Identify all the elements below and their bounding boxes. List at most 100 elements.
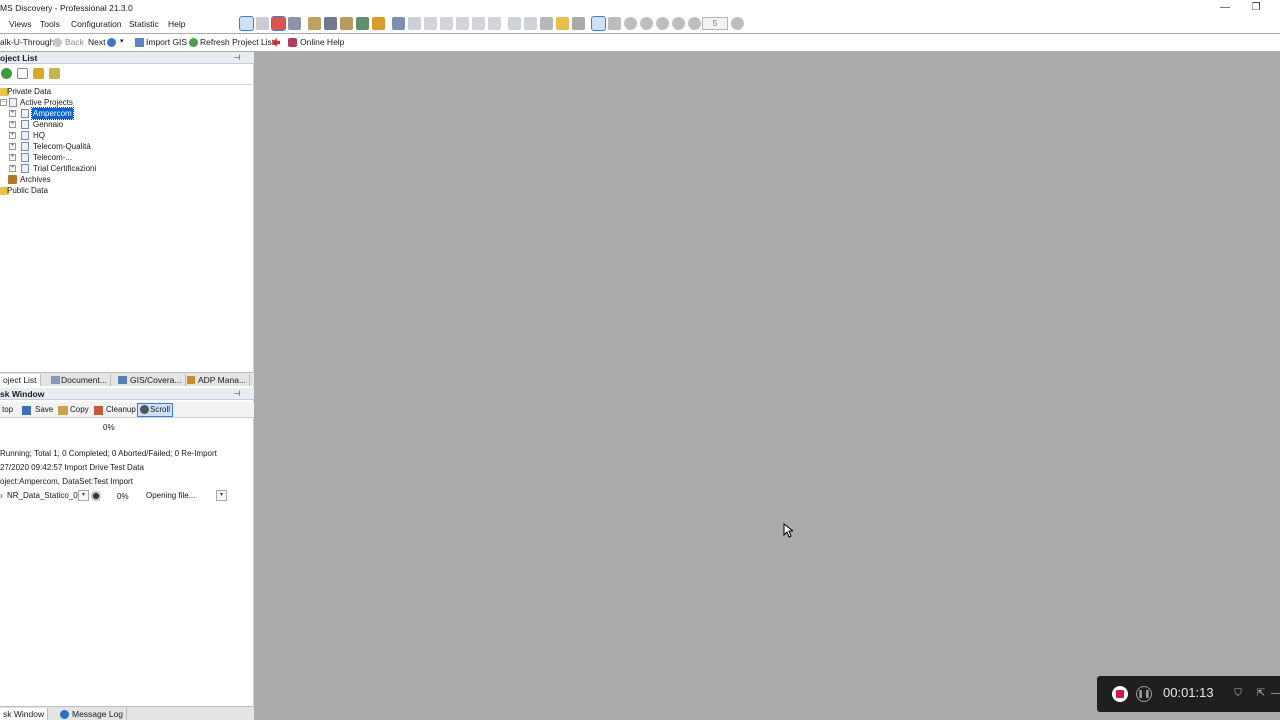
cleanup-button[interactable]: Cleanup (104, 404, 138, 416)
pin-icon[interactable]: ⊣ (232, 52, 242, 63)
recording-timer: 00:01:13 (1163, 685, 1214, 700)
log-line: 27/2020 09:42:57 Import Drive Test Data (0, 463, 144, 472)
expand-icon[interactable]: + (9, 154, 16, 161)
report-icon[interactable] (356, 17, 369, 30)
chart-dropdown-icon[interactable] (288, 17, 301, 30)
table-icon-4[interactable] (456, 17, 469, 30)
next-button[interactable]: Next (88, 37, 105, 47)
pause-button[interactable]: ❚❚ (1136, 686, 1152, 702)
refresh-icon[interactable] (1, 68, 12, 79)
expand-icon[interactable]: + (9, 121, 16, 128)
lightning-icon[interactable] (556, 17, 569, 30)
task-summary: Running; Total 1; 0 Completed; 0 Aborted… (0, 449, 217, 458)
refresh-project-list-button[interactable]: Refresh Project List (200, 37, 274, 47)
page-box[interactable]: 5 (702, 17, 728, 30)
palette-icon[interactable] (372, 17, 385, 30)
task-window-toolbar: top Save Copy Cleanup Scroll (0, 402, 254, 418)
tab-adp-manager[interactable]: ADP Mana... (195, 374, 251, 386)
stop-button[interactable]: top (0, 404, 15, 416)
overall-progress: 0% (103, 423, 115, 432)
archive-icon[interactable] (33, 68, 44, 79)
tab-project-list[interactable]: oject List (0, 374, 41, 386)
task-file-dropdown[interactable]: ▾ (78, 490, 89, 501)
import-gis-button[interactable]: Import GIS (146, 37, 187, 47)
next-icon (107, 38, 116, 47)
refresh-icon[interactable] (731, 17, 744, 30)
layout-icon[interactable] (239, 16, 254, 31)
window-icon[interactable] (508, 17, 521, 30)
tree-label: Active Projects (20, 98, 73, 107)
task-window-title: sk Window (0, 389, 45, 399)
minimize-recorder-icon[interactable]: — (1270, 688, 1280, 700)
menu-help[interactable]: Help (168, 19, 185, 29)
online-help-button[interactable]: Online Help (300, 37, 344, 47)
task-row-expander[interactable]: › (0, 491, 3, 500)
link-icon[interactable] (608, 17, 621, 30)
project-icon[interactable] (17, 68, 28, 79)
tree-label: Ampercom (31, 107, 74, 120)
sparkle-icon[interactable] (540, 17, 553, 30)
table-icon[interactable] (408, 17, 421, 30)
pin-icon[interactable]: ⊣ (232, 388, 242, 399)
tool-icon[interactable] (308, 17, 321, 30)
menu-configuration[interactable]: Configuration (71, 19, 122, 29)
folder-tool-icon[interactable] (49, 68, 60, 79)
scroll-button[interactable]: Scroll (136, 403, 174, 417)
project-icon (21, 164, 29, 173)
stop-playback-icon[interactable] (656, 17, 669, 30)
table-icon-5[interactable] (472, 17, 485, 30)
prev-icon[interactable] (640, 17, 653, 30)
last-icon[interactable] (688, 17, 701, 30)
image-icon[interactable] (392, 17, 405, 30)
next-dropdown-icon[interactable]: ▾ (120, 37, 124, 45)
first-icon[interactable] (624, 17, 637, 30)
table-icon-3[interactable] (440, 17, 453, 30)
menu-statistic[interactable]: Statistic (129, 19, 159, 29)
popout-icon[interactable]: ⇱ (1255, 688, 1267, 700)
shield-icon[interactable]: ⛉ (1232, 688, 1244, 700)
task-status-dropdown[interactable]: ▾ (216, 490, 227, 501)
map-pin-icon[interactable] (271, 16, 286, 31)
collapse-icon[interactable]: − (0, 99, 7, 106)
table-icon-2[interactable] (424, 17, 437, 30)
expand-icon[interactable]: + (9, 143, 16, 150)
project-list-header: oject List ⊣ (0, 52, 254, 64)
save-button[interactable]: Save (33, 404, 55, 416)
project-list-title: oject List (0, 53, 38, 63)
shield-icon[interactable] (572, 17, 585, 30)
tree-label: Archives (20, 175, 51, 184)
main-workspace[interactable] (258, 52, 1280, 720)
tree-label: Private Data (7, 87, 52, 96)
play-icon[interactable] (672, 17, 685, 30)
restore-button[interactable]: ❐ (1241, 0, 1271, 16)
export-icon[interactable] (340, 17, 353, 30)
menu-views[interactable]: Views (9, 19, 32, 29)
tab-message-log[interactable]: Message Log (69, 708, 128, 720)
task-row[interactable]: › NR_Data_Statico_01 ▾ 0% Opening file..… (0, 490, 254, 502)
info-icon (60, 710, 69, 719)
back-button[interactable]: Back (65, 37, 84, 47)
print-icon[interactable] (324, 17, 337, 30)
menu-tools[interactable]: Tools (40, 19, 60, 29)
tab-task-window[interactable]: sk Window (0, 708, 49, 720)
task-status: Opening file... (146, 491, 196, 500)
tab-document[interactable]: Document... (58, 374, 111, 386)
expand-icon[interactable]: + (9, 110, 16, 117)
tab-gis-coverage[interactable]: GIS/Covera... (127, 374, 186, 386)
minimize-button[interactable]: — (1210, 0, 1240, 16)
project-line: oject:Ampercom, DataSet:Test Import (0, 477, 133, 486)
import-gis-icon (135, 38, 144, 47)
upper-tab-strip: oject List Document... GIS/Covera... ADP… (0, 372, 254, 386)
walk-through-button[interactable]: alk-U-Through (0, 37, 54, 47)
title-bar: MS Discovery - Professional 21.3.0 — ❐ (0, 0, 1280, 16)
table-icon-6[interactable] (488, 17, 501, 30)
expand-icon[interactable]: + (9, 165, 16, 172)
expand-icon[interactable]: + (9, 132, 16, 139)
tree-label: Telecom-Qualità (33, 142, 91, 151)
walkthrough-icon[interactable] (591, 16, 606, 31)
copy-button[interactable]: Copy (68, 404, 91, 416)
grid-icon[interactable] (256, 17, 269, 30)
window-icon-2[interactable] (524, 17, 537, 30)
scroll-label: Scroll (150, 405, 171, 414)
bottom-tab-strip: sk Window Message Log (0, 706, 254, 720)
